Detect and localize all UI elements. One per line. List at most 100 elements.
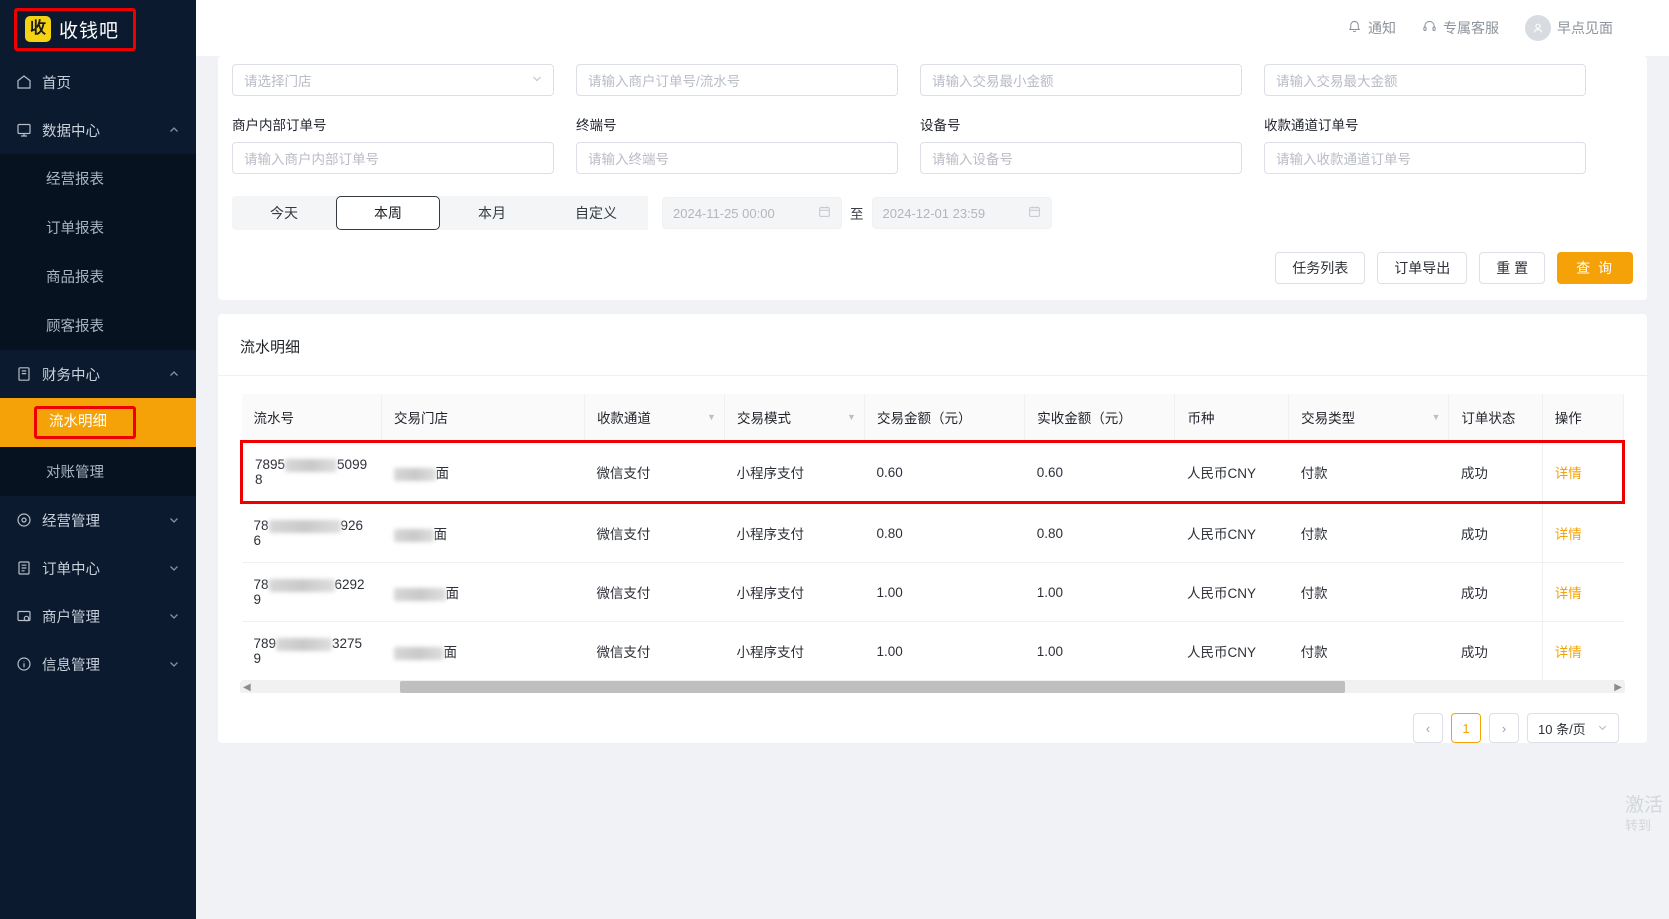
date-preset-this-month[interactable]: 本月 — [440, 196, 544, 230]
serial-suffix: 3275 — [332, 636, 362, 651]
avatar — [1525, 15, 1551, 41]
brand-mark-icon: 收 — [25, 16, 51, 42]
cell-received: 1.00 — [1025, 563, 1175, 622]
redacted-segment — [394, 468, 436, 481]
pagination-prev-button[interactable]: ‹ — [1413, 713, 1443, 743]
table-row[interactable]: 7862929 面 微信支付 小程序支付 1.00 1.00 人民币CNY 付款… — [242, 563, 1624, 622]
user-name: 早点见面 — [1557, 18, 1613, 38]
scrollbar-thumb[interactable] — [400, 681, 1345, 693]
notification-button[interactable]: 通知 — [1347, 18, 1396, 38]
detail-link[interactable]: 详情 — [1555, 586, 1582, 601]
sidebar-subitem-transaction-details[interactable]: 流水明细 — [0, 398, 196, 447]
internal-order-no-label: 商户内部订单号 — [232, 114, 554, 134]
channel-order-no-placeholder: 请输入收款通道订单号 — [1276, 148, 1411, 168]
table-row[interactable]: 789550998 面 微信支付 小程序支付 0.60 0.60 人民币CNY … — [242, 442, 1624, 503]
merchant-icon — [16, 608, 32, 624]
cell-mode: 小程序支付 — [724, 503, 864, 563]
sidebar-subitem-customer-report[interactable]: 顾客报表 — [0, 301, 196, 350]
sidebar-item-operation-management[interactable]: 经营管理 — [0, 496, 196, 544]
cell-status: 成功 — [1449, 622, 1542, 681]
date-preset-today[interactable]: 今天 — [232, 196, 336, 230]
cell-trade-type: 付款 — [1289, 442, 1449, 503]
sidebar-subitem-business-report[interactable]: 经营报表 — [0, 154, 196, 203]
channel-order-no-input[interactable]: 请输入收款通道订单号 — [1264, 142, 1586, 174]
date-preset-this-week[interactable]: 本周 — [336, 196, 440, 230]
cell-channel: 微信支付 — [584, 442, 724, 503]
sidebar-subitem-product-report[interactable]: 商品报表 — [0, 252, 196, 301]
main-area: 通知 专属客服 早点见面 — [196, 0, 1669, 919]
scroll-right-arrow-icon[interactable]: ▶ — [1614, 682, 1622, 693]
date-end-input[interactable]: 2024-12-01 23:59 — [872, 197, 1052, 229]
sidebar-item-order-center[interactable]: 订单中心 — [0, 544, 196, 592]
store-suffix: 面 — [446, 586, 460, 601]
max-amount-input[interactable]: 请输入交易最大金额 — [1264, 64, 1586, 96]
logo-highlight-box[interactable]: 收 收钱吧 — [14, 8, 136, 51]
device-no-input[interactable]: 请输入设备号 — [920, 142, 1242, 174]
cell-currency: 人民币CNY — [1175, 442, 1289, 503]
cell-trade-type: 付款 — [1289, 622, 1449, 681]
chevron-down-icon — [168, 610, 180, 622]
sidebar-item-finance-center[interactable]: 财务中心 — [0, 350, 196, 398]
column-header-trade-type[interactable]: 交易类型 ▼ — [1289, 394, 1449, 442]
order-no-placeholder: 请输入商户订单号/流水号 — [588, 70, 740, 90]
internal-order-no-input[interactable]: 请输入商户内部订单号 — [232, 142, 554, 174]
serial-tail: 6 — [254, 533, 262, 548]
detail-link[interactable]: 详情 — [1555, 466, 1582, 481]
filter-icon[interactable]: ▼ — [847, 412, 856, 422]
filter-min-amount: 请输入交易最小金额 — [920, 64, 1242, 96]
table-row[interactable]: 78932759 面 微信支付 小程序支付 1.00 1.00 人民币CNY 付… — [242, 622, 1624, 681]
scroll-left-arrow-icon[interactable]: ◀ — [243, 682, 251, 693]
sidebar-item-label: 经营管理 — [42, 510, 158, 531]
user-menu[interactable]: 早点见面 — [1525, 15, 1613, 41]
filter-icon[interactable]: ▼ — [707, 412, 716, 422]
sidebar-item-merchant-management[interactable]: 商户管理 — [0, 592, 196, 640]
column-header-channel[interactable]: 收款通道 ▼ — [584, 394, 724, 442]
detail-link[interactable]: 详情 — [1555, 527, 1582, 542]
search-button[interactable]: 查 询 — [1557, 252, 1633, 284]
cell-currency: 人民币CNY — [1175, 622, 1289, 681]
sidebar-item-data-center[interactable]: 数据中心 — [0, 106, 196, 154]
terminal-no-input[interactable]: 请输入终端号 — [576, 142, 898, 174]
column-header-received-amount: 实收金额（元） — [1025, 394, 1175, 442]
pagination-next-button[interactable]: › — [1489, 713, 1519, 743]
sidebar-subitem-reconciliation[interactable]: 对账管理 — [0, 447, 196, 496]
filter-order-no: 请输入商户订单号/流水号 — [576, 64, 898, 96]
page-size-select[interactable]: 10 条/页 — [1527, 713, 1619, 743]
cell-channel: 微信支付 — [584, 622, 724, 681]
table-row[interactable]: 789266 面 微信支付 小程序支付 0.80 0.80 人民币CNY 付款 … — [242, 503, 1624, 563]
column-header-serial-no: 流水号 — [242, 394, 382, 442]
column-header-mode[interactable]: 交易模式 ▼ — [724, 394, 864, 442]
headset-icon — [1422, 19, 1437, 37]
store-select[interactable]: 请选择门店 — [232, 64, 554, 96]
date-start-input[interactable]: 2024-11-25 00:00 — [662, 197, 842, 229]
calendar-icon — [818, 205, 831, 221]
pagination-page-1[interactable]: 1 — [1451, 713, 1481, 743]
store-suffix: 面 — [436, 466, 450, 481]
cell-currency: 人民币CNY — [1175, 563, 1289, 622]
calendar-icon — [1028, 205, 1041, 221]
order-export-button[interactable]: 订单导出 — [1377, 252, 1467, 284]
sidebar-subitem-order-report[interactable]: 订单报表 — [0, 203, 196, 252]
date-range-row: 今天 本周 本月 自定义 2024-11-25 00:00 至 — [232, 196, 1633, 230]
reset-button[interactable]: 重 置 — [1479, 252, 1545, 284]
device-no-placeholder: 请输入设备号 — [932, 148, 1013, 168]
task-list-button[interactable]: 任务列表 — [1275, 252, 1365, 284]
sidebar-item-home[interactable]: 首页 — [0, 58, 196, 106]
cell-serial-no: 789550998 — [242, 442, 382, 503]
filter-terminal-no: 终端号 请输入终端号 — [576, 114, 898, 174]
horizontal-scrollbar[interactable]: ◀ ▶ — [240, 681, 1625, 693]
filter-icon[interactable]: ▼ — [1431, 412, 1440, 422]
support-button[interactable]: 专属客服 — [1422, 18, 1499, 38]
detail-link[interactable]: 详情 — [1555, 645, 1582, 660]
filter-max-amount: 请输入交易最大金额 — [1264, 64, 1586, 96]
cell-trade-type: 付款 — [1289, 503, 1449, 563]
cell-currency: 人民币CNY — [1175, 503, 1289, 563]
order-no-input[interactable]: 请输入商户订单号/流水号 — [576, 64, 898, 96]
min-amount-input[interactable]: 请输入交易最小金额 — [920, 64, 1242, 96]
filter-row-1: 请选择门店 请输入商户订单号/流水号 请输入交易最小金额 — [232, 56, 1633, 96]
column-header-amount: 交易金额（元） — [864, 394, 1024, 442]
sidebar-item-info-management[interactable]: 信息管理 — [0, 640, 196, 688]
transaction-table: 流水号 交易门店 收款通道 ▼ 交易模式 ▼ 交易金额（ — [240, 394, 1625, 681]
date-preset-custom[interactable]: 自定义 — [544, 196, 648, 230]
device-no-label: 设备号 — [920, 114, 1242, 134]
